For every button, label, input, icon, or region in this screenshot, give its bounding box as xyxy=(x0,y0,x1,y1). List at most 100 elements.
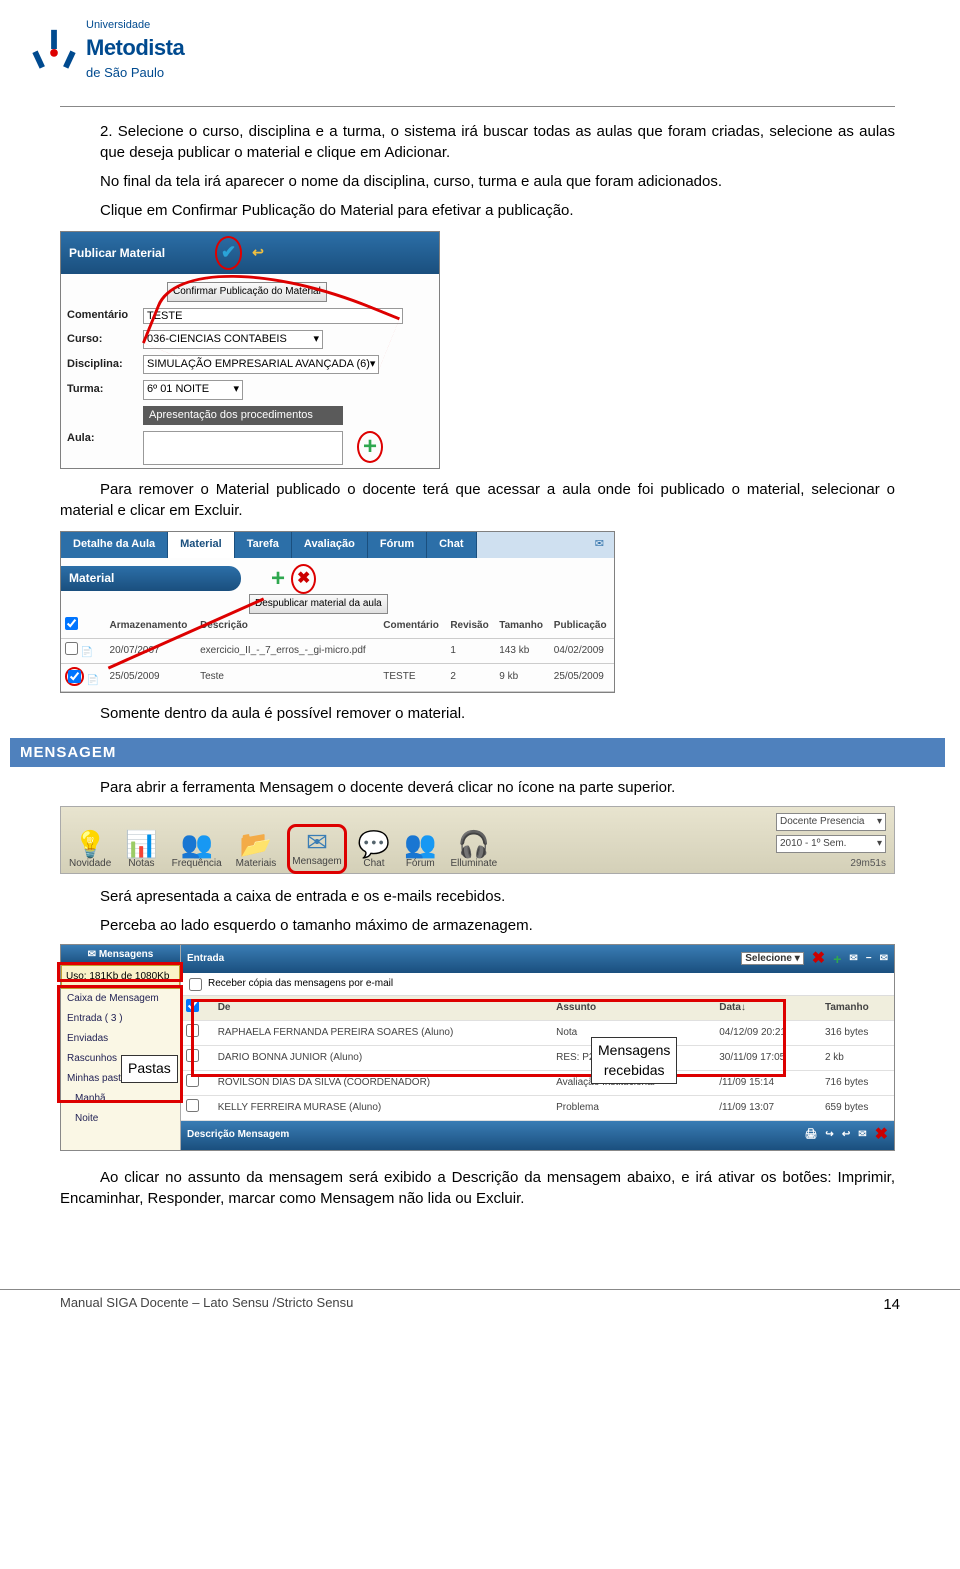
chevron-down-icon: ▾ xyxy=(877,815,882,829)
forum-icon: 👥 xyxy=(404,831,436,857)
tb-frequencia[interactable]: 👥Frequência xyxy=(172,831,222,871)
logo-text: Universidade Metodista de São Paulo xyxy=(86,18,184,82)
undo-icon[interactable]: ↩ xyxy=(252,243,264,263)
publicar-material-mock: Publicar Material ✔ ↩ Confirmar Publicaç… xyxy=(60,231,440,469)
mark-icon[interactable]: ✉ xyxy=(849,952,857,966)
inbox-mock: ✉ Mensagens Uso: 181Kb de 1080Kb Caixa d… xyxy=(60,944,895,1151)
logo-line3: de São Paulo xyxy=(86,64,184,82)
publicar-title: Publicar Material xyxy=(69,245,165,262)
envelope-icon: ✉ xyxy=(88,949,96,960)
metodista-logo-icon xyxy=(30,26,78,74)
x-icon[interactable]: ✖ xyxy=(297,568,310,590)
annotation-folders-box xyxy=(57,985,183,1103)
profile-select[interactable]: Docente Presencia▾ xyxy=(776,813,886,831)
paragraph-remover: Para remover o Material publicado o doce… xyxy=(60,479,895,521)
tab-material[interactable]: Material xyxy=(168,532,235,557)
despublicar-button[interactable]: Despublicar material da aula xyxy=(249,594,388,614)
mail-icon: ✉ xyxy=(292,829,341,855)
tb-chat[interactable]: 💬Chat xyxy=(358,831,390,871)
page-footer: Manual SIGA Docente – Lato Sensu /Strict… xyxy=(0,1289,960,1315)
entrada-header: Entrada Selecione ▾ ✖ + ✉ − ✉ xyxy=(181,945,894,973)
tb-materiais[interactable]: 📂Materiais xyxy=(236,831,277,871)
copy-checkbox[interactable] xyxy=(189,978,202,991)
tb-elluminate[interactable]: 🎧Elluminate xyxy=(450,831,497,871)
turma-label: Turma: xyxy=(67,382,137,397)
tab-detalhe[interactable]: Detalhe da Aula xyxy=(61,532,168,557)
publicar-tab: Publicar Material ✔ ↩ xyxy=(61,232,439,273)
curso-label: Curso: xyxy=(67,332,137,347)
chevron-down-icon: ▾ xyxy=(233,382,239,397)
row-check[interactable] xyxy=(186,1099,199,1112)
print-icon[interactable]: 🖨 xyxy=(805,1128,818,1142)
annotation-recebidas-label: Mensagens recebidas xyxy=(591,1037,677,1084)
annotation-pastas-label: Pastas xyxy=(121,1055,178,1083)
mail-icon[interactable]: ✉ xyxy=(858,1128,866,1142)
col-revisao: Revisão xyxy=(446,614,495,639)
col-publicacao: Publicação xyxy=(550,614,614,639)
tb-forum[interactable]: 👥Fórum xyxy=(404,831,436,871)
list-item-2: 2. Selecione o curso, disciplina e a tur… xyxy=(60,121,895,163)
selecione-dropdown[interactable]: Selecione ▾ xyxy=(741,952,804,966)
chart-icon: 📊 xyxy=(125,831,157,857)
envelope-icon[interactable]: ✉ xyxy=(585,532,614,557)
plus-circle: + xyxy=(357,431,383,463)
logo-line2: Metodista xyxy=(86,33,184,64)
tb-notas[interactable]: 📊Notas xyxy=(125,831,157,871)
col-tamanho: Tamanho xyxy=(495,614,550,639)
minus-icon[interactable]: − xyxy=(866,952,872,966)
tab-chat[interactable]: Chat xyxy=(427,532,476,557)
toolbar-mock: 💡Novidade 📊Notas 👥Frequência 📂Materiais … xyxy=(60,806,895,874)
folder-icon: 📂 xyxy=(236,831,277,857)
paragraph-clique: Clique em Confirmar Publicação do Materi… xyxy=(60,200,895,221)
inbox-row[interactable]: KELLY FERREIRA MURASE (Aluno)Problema/11… xyxy=(181,1096,894,1121)
forward-icon[interactable]: ↪ xyxy=(825,1128,833,1142)
tab-avaliacao[interactable]: Avaliação xyxy=(292,532,368,557)
semester-select[interactable]: 2010 - 1º Sem.▾ xyxy=(776,835,886,853)
disciplina-label: Disciplina: xyxy=(67,357,137,372)
file-icon: 📄 xyxy=(87,675,99,686)
turma-select[interactable]: 6º 01 NOITE▾ xyxy=(143,380,243,399)
col-comentario: Comentário xyxy=(379,614,446,639)
paragraph-caixa: Será apresentada a caixa de entrada e os… xyxy=(60,886,895,907)
row-check[interactable] xyxy=(68,670,81,683)
plus-icon[interactable]: + xyxy=(271,567,285,591)
paragraph-somente: Somente dentro da aula é possível remove… xyxy=(60,703,895,724)
mark-icon[interactable]: ✉ xyxy=(880,952,888,966)
tb-mensagem[interactable]: ✉Mensagem xyxy=(290,827,343,871)
timer: 29m51s xyxy=(776,857,886,871)
detalhe-aula-mock: Detalhe da Aula Material Tarefa Avaliaçã… xyxy=(60,531,615,693)
plus-icon[interactable]: + xyxy=(833,952,841,966)
tab-forum[interactable]: Fórum xyxy=(368,532,427,557)
tb-novidade[interactable]: 💡Novidade xyxy=(69,831,111,871)
plus-icon[interactable]: + xyxy=(363,435,377,459)
chevron-down-icon: ▾ xyxy=(877,837,882,851)
delete-icon[interactable]: ✖ xyxy=(875,1124,888,1146)
logo-line1: Universidade xyxy=(86,18,184,33)
delete-icon[interactable]: ✖ xyxy=(812,948,825,970)
descricao-bar: Descrição Mensagem 🖨 ↪ ↩ ✉ ✖ xyxy=(181,1121,894,1149)
paragraph-abrir: Para abrir a ferramenta Mensagem o docen… xyxy=(60,777,895,798)
row-check[interactable] xyxy=(65,642,78,655)
logo-header: Universidade Metodista de São Paulo xyxy=(0,0,960,106)
paragraph-final: No final da tela irá aparecer o nome da … xyxy=(60,171,895,192)
check-all[interactable] xyxy=(65,617,78,630)
x-circle: ✖ xyxy=(291,564,316,594)
aula-listbox[interactable] xyxy=(143,431,343,465)
section-mensagem: MENSAGEM xyxy=(10,738,945,767)
check-icon[interactable]: ✔ xyxy=(221,240,236,265)
comentario-label: Comentário xyxy=(67,308,137,323)
page-number: 14 xyxy=(883,1294,900,1315)
people-icon: 👥 xyxy=(172,831,222,857)
tab-tarefa[interactable]: Tarefa xyxy=(235,532,292,557)
paragraph-ao-clicar: Ao clicar no assunto da mensagem será ex… xyxy=(60,1167,895,1209)
reply-icon[interactable]: ↩ xyxy=(842,1128,850,1142)
folder-item[interactable]: Noite xyxy=(61,1109,180,1129)
headset-icon: 🎧 xyxy=(450,831,497,857)
copy-option[interactable]: Receber cópia das mensagens por e-mail xyxy=(181,973,894,996)
lightbulb-icon: 💡 xyxy=(69,831,111,857)
chat-icon: 💬 xyxy=(358,831,390,857)
footer-text: Manual SIGA Docente – Lato Sensu /Strict… xyxy=(60,1294,353,1315)
file-icon: 📄 xyxy=(81,647,93,658)
divider xyxy=(60,106,895,107)
table-row[interactable]: 📄 25/05/2009 Teste TESTE 2 9 kb 25/05/20… xyxy=(61,663,614,691)
